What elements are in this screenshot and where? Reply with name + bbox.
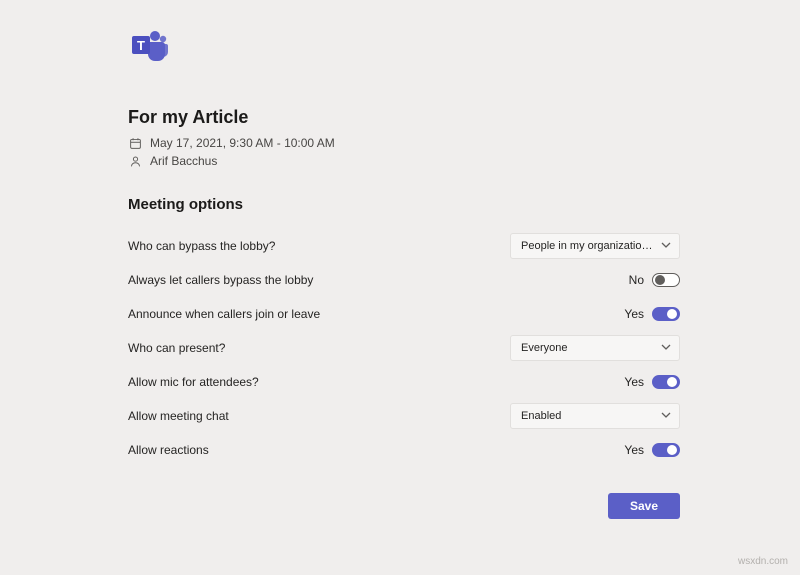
who-can-present-label: Who can present? — [128, 341, 225, 355]
option-allow-reactions: Allow reactions Yes — [128, 435, 680, 465]
allow-reactions-label: Allow reactions — [128, 443, 209, 457]
callers-bypass-label: Always let callers bypass the lobby — [128, 273, 313, 287]
bypass-lobby-select[interactable]: People in my organization and gu... — [510, 233, 680, 259]
announce-callers-label: Announce when callers join or leave — [128, 307, 320, 321]
watermark: wsxdn.com — [738, 556, 788, 567]
option-callers-bypass: Always let callers bypass the lobby No — [128, 265, 680, 295]
allow-mic-state: Yes — [624, 375, 644, 389]
save-button[interactable]: Save — [608, 493, 680, 519]
bypass-lobby-value: People in my organization and gu... — [521, 240, 655, 252]
meeting-organizer: Arif Bacchus — [150, 154, 217, 168]
callers-bypass-toggle[interactable] — [652, 273, 680, 287]
chevron-down-icon — [661, 342, 671, 355]
who-can-present-select[interactable]: Everyone — [510, 335, 680, 361]
meeting-organizer-row: Arif Bacchus — [128, 154, 680, 168]
section-title: Meeting options — [128, 196, 680, 213]
allow-chat-select[interactable]: Enabled — [510, 403, 680, 429]
bypass-lobby-label: Who can bypass the lobby? — [128, 239, 275, 253]
allow-reactions-state: Yes — [624, 443, 644, 457]
allow-mic-label: Allow mic for attendees? — [128, 375, 259, 389]
footer: Save — [128, 493, 680, 519]
option-allow-chat: Allow meeting chat Enabled — [128, 401, 680, 431]
option-bypass-lobby: Who can bypass the lobby? People in my o… — [128, 231, 680, 261]
announce-callers-toggle[interactable] — [652, 307, 680, 321]
who-can-present-value: Everyone — [521, 342, 655, 354]
option-announce-callers: Announce when callers join or leave Yes — [128, 299, 680, 329]
announce-callers-state: Yes — [624, 307, 644, 321]
meeting-options-page: T For my Article May 17, 2021, 9:30 AM -… — [0, 0, 800, 539]
allow-reactions-toggle[interactable] — [652, 443, 680, 457]
meeting-datetime: May 17, 2021, 9:30 AM - 10:00 AM — [150, 136, 335, 150]
calendar-icon — [128, 136, 142, 150]
chevron-down-icon — [661, 410, 671, 423]
option-allow-mic: Allow mic for attendees? Yes — [128, 367, 680, 397]
meeting-datetime-row: May 17, 2021, 9:30 AM - 10:00 AM — [128, 136, 680, 150]
option-who-can-present: Who can present? Everyone — [128, 333, 680, 363]
allow-chat-label: Allow meeting chat — [128, 409, 229, 423]
teams-logo: T — [128, 28, 680, 67]
svg-text:T: T — [137, 38, 145, 53]
callers-bypass-state: No — [629, 273, 644, 287]
allow-chat-value: Enabled — [521, 410, 655, 422]
chevron-down-icon — [661, 240, 671, 253]
meeting-title: For my Article — [128, 107, 680, 128]
allow-mic-toggle[interactable] — [652, 375, 680, 389]
person-icon — [128, 154, 142, 168]
